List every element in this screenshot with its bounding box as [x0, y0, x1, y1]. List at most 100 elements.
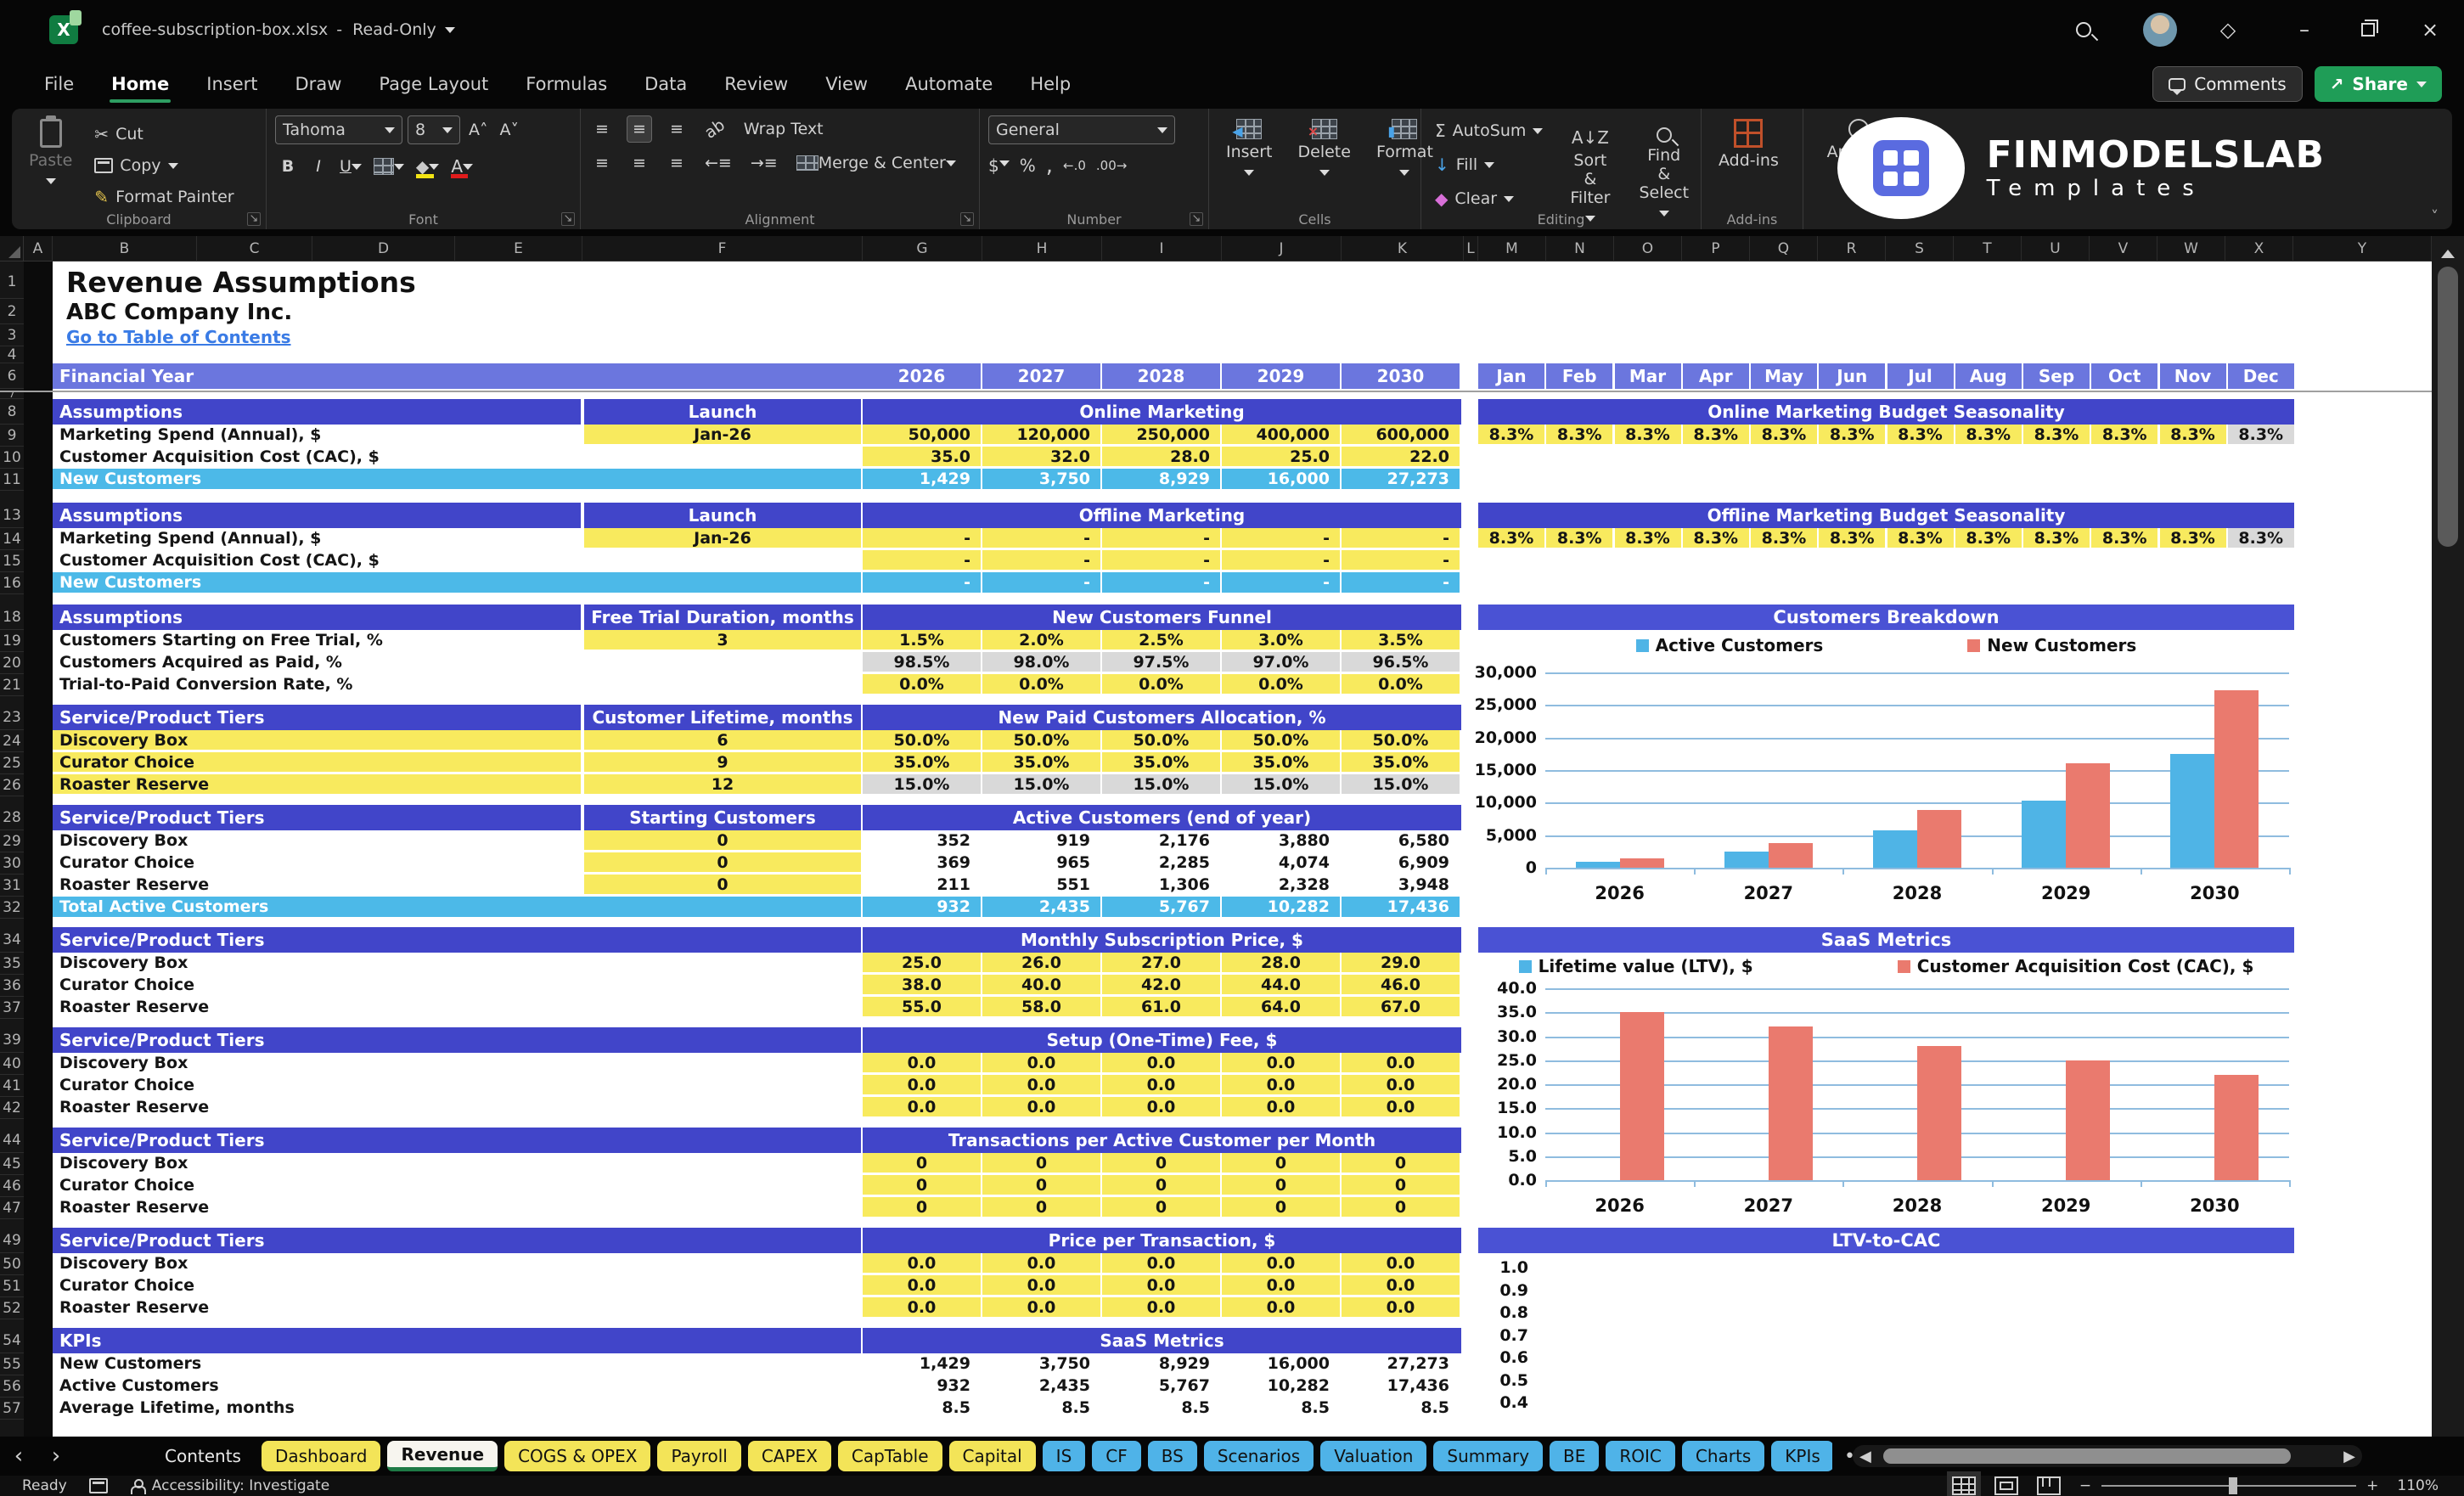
paste-button[interactable]: Paste [20, 115, 81, 193]
cell[interactable]: 2.5% [1102, 630, 1220, 650]
offline-seasonality-cell[interactable]: 8.3% [1546, 528, 1612, 548]
cell[interactable]: 0.0 [1222, 1097, 1340, 1116]
online-seasonality-cell[interactable]: 8.3% [2023, 425, 2090, 444]
month-header-nov[interactable]: Nov [2160, 363, 2226, 389]
minimize-button[interactable]: – [2281, 6, 2328, 53]
month-header-feb[interactable]: Feb [1546, 363, 1612, 389]
cell[interactable]: 17,436 [1342, 897, 1460, 917]
cell[interactable]: 965 [982, 852, 1100, 872]
online-seasonality-cell[interactable]: 8.3% [1751, 425, 1817, 444]
sheet-tab-captable[interactable]: CapTable [838, 1441, 942, 1471]
section-right-header[interactable]: Setup (One-Time) Fee, $ [863, 1027, 1461, 1053]
cell[interactable]: 6,909 [1342, 852, 1460, 872]
section-mid-header[interactable]: Launch [584, 399, 861, 425]
cell[interactable]: 3.0% [1222, 630, 1340, 650]
column-header-h[interactable]: H [982, 236, 1102, 262]
row-label[interactable]: Discovery Box [53, 1253, 861, 1273]
cell[interactable]: 0 [863, 1175, 981, 1195]
close-button[interactable]: × [2406, 6, 2454, 53]
sheet-tab-scenarios[interactable]: Scenarios [1204, 1441, 1314, 1471]
cell[interactable]: 250,000 [1102, 425, 1220, 444]
month-header-jul[interactable]: Jul [1887, 363, 1954, 389]
cell[interactable]: 400,000 [1222, 425, 1340, 444]
wrap-text-button[interactable]: Wrap Text [740, 115, 827, 143]
cell[interactable]: 50.0% [1102, 730, 1220, 750]
clear-button[interactable]: ◆Clear [1430, 185, 1548, 212]
autosum-button[interactable]: ΣAutoSum [1430, 117, 1548, 144]
cell[interactable]: 0.0 [1102, 1297, 1220, 1317]
month-header-aug[interactable]: Aug [1955, 363, 2022, 389]
cell[interactable]: 0.0% [863, 674, 981, 694]
cell[interactable]: 932 [863, 1375, 981, 1395]
cell[interactable]: 35.0% [1102, 752, 1220, 772]
cell[interactable]: 0.0 [1102, 1097, 1220, 1116]
cell[interactable]: 0 [863, 1197, 981, 1217]
input-cell[interactable]: 0 [584, 852, 861, 872]
section-header[interactable]: Assumptions [53, 605, 581, 630]
cell[interactable]: 1,429 [863, 469, 981, 489]
month-header-apr[interactable]: Apr [1683, 363, 1749, 389]
sheet-tab-payroll[interactable]: Payroll [657, 1441, 740, 1471]
column-header-f[interactable]: F [582, 236, 863, 262]
cell[interactable]: 0.0 [863, 1297, 981, 1317]
menu-tab-automate[interactable]: Automate [890, 65, 1008, 103]
sheet-tab-roic[interactable]: ROIC [1606, 1441, 1675, 1471]
page-layout-view-button[interactable] [1994, 1476, 2018, 1495]
cell[interactable]: 0.0 [1222, 1075, 1340, 1094]
format-painter-button[interactable]: ✎Format Painter [89, 183, 239, 211]
cell[interactable]: 28.0 [1222, 953, 1340, 972]
column-header-e[interactable]: E [455, 236, 582, 262]
column-header-j[interactable]: J [1222, 236, 1342, 262]
cell[interactable]: 3.5% [1342, 630, 1460, 650]
section-right-header[interactable]: Active Customers (end of year) [863, 805, 1461, 830]
sheet-tab-be[interactable]: BE [1550, 1441, 1599, 1471]
cell[interactable]: 0.0 [982, 1097, 1100, 1116]
online-seasonality-header[interactable]: Online Marketing Budget Seasonality [1478, 399, 2294, 425]
cell[interactable]: 0 [982, 1197, 1100, 1217]
row-label[interactable]: Customers Starting on Free Trial, % [53, 630, 581, 650]
menu-tab-review[interactable]: Review [709, 65, 803, 103]
row-label[interactable]: New Customers [53, 469, 861, 489]
online-seasonality-cell[interactable]: 8.3% [1955, 425, 2022, 444]
decrease-indent-button[interactable]: ←≡ [701, 149, 735, 177]
row-label[interactable]: Marketing Spend (Annual), $ [53, 425, 581, 444]
merge-center-button[interactable]: Merge & Center [793, 149, 959, 177]
clipboard-dialog-launcher[interactable]: ↘ [247, 212, 261, 226]
cell[interactable]: 8.5 [1222, 1398, 1340, 1417]
sheet-tab-summary[interactable]: Summary [1433, 1441, 1543, 1471]
column-header-g[interactable]: G [863, 236, 982, 262]
cell[interactable]: 0.0 [1222, 1275, 1340, 1295]
delete-cells-button[interactable]: ×Delete [1290, 115, 1359, 184]
alignment-dialog-launcher[interactable]: ↘ [960, 212, 974, 226]
cell[interactable]: 10,282 [1222, 897, 1340, 917]
cell[interactable]: 67.0 [1342, 997, 1460, 1016]
section-right-header[interactable]: New Customers Funnel [863, 605, 1461, 630]
row-label[interactable]: Discovery Box [53, 1153, 861, 1173]
offline-seasonality-cell[interactable]: 8.3% [1478, 528, 1544, 548]
page-break-view-button[interactable] [2037, 1476, 2061, 1495]
month-header-mar[interactable]: Mar [1615, 363, 1681, 389]
column-header-p[interactable]: P [1682, 236, 1750, 262]
search-icon[interactable] [2060, 6, 2107, 53]
online-seasonality-cell[interactable]: 8.3% [2228, 425, 2294, 444]
cell[interactable]: 2,285 [1102, 852, 1220, 872]
cell[interactable]: 28.0 [1102, 447, 1220, 466]
zoom-level[interactable]: 110% [2397, 1477, 2439, 1494]
row-label[interactable]: Total Active Customers [53, 897, 861, 917]
fill-color-button[interactable]: ◆ [413, 153, 442, 180]
cell[interactable]: 2,328 [1222, 875, 1340, 894]
menu-tab-view[interactable]: View [810, 65, 883, 103]
column-header-u[interactable]: U [2022, 236, 2090, 262]
cell[interactable]: 919 [982, 830, 1100, 850]
row-label[interactable]: Discovery Box [53, 730, 581, 750]
cell[interactable]: 15.0% [1102, 774, 1220, 794]
cell[interactable]: 0.0 [982, 1275, 1100, 1295]
cell[interactable]: 98.0% [982, 652, 1100, 672]
sheet-tab-bs[interactable]: BS [1148, 1441, 1197, 1471]
cell[interactable]: 0.0 [1222, 1053, 1340, 1072]
vertical-scrollbar[interactable] [2432, 236, 2464, 1437]
sheet-tab-charts[interactable]: Charts [1682, 1441, 1764, 1471]
cell[interactable]: 932 [863, 897, 981, 917]
decrease-decimal-icon[interactable]: .00→ [1096, 158, 1127, 173]
cell[interactable]: 0.0% [1102, 674, 1220, 694]
